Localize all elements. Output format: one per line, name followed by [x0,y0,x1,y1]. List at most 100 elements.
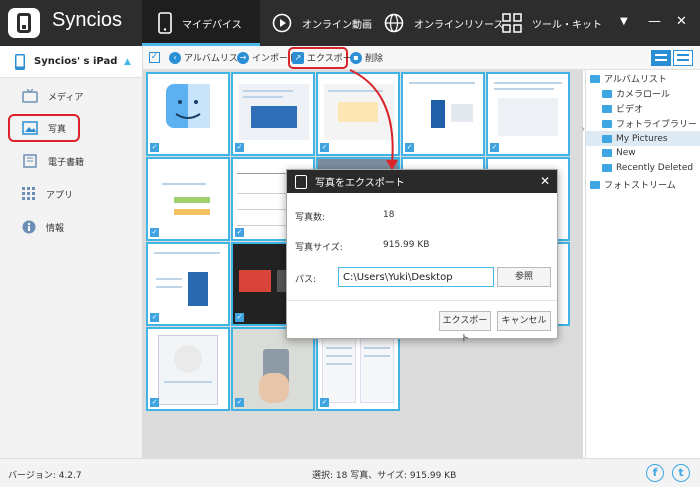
grid-view-button[interactable] [673,50,693,66]
tab-toolkit[interactable]: ツール・キット [502,0,602,46]
globe-icon [384,13,404,33]
delete-button[interactable]: ▪ 削除 [350,51,383,64]
album-label: Recently Deleted [616,163,694,173]
device-icon [295,174,307,189]
device-name: Syncios' s iPad [34,56,118,67]
finder-icon [166,84,210,128]
facebook-icon[interactable]: f [646,464,664,482]
album-list-header[interactable]: アルバムリスト [590,72,667,85]
checkbox-checked-icon[interactable]: ✓ [150,313,159,322]
photo-count-value: 18 [383,210,395,220]
back-arrow-icon: ‹ [169,51,181,64]
photo-thumbnail[interactable]: ✓ [146,157,230,241]
sidebar-item-ebooks[interactable]: 電子書籍 [0,146,142,176]
photo-thumbnail[interactable]: ✓ [316,72,400,156]
checkbox-checked-icon[interactable]: ✓ [235,143,244,152]
device-selector[interactable]: Syncios' s iPad ▲ [0,46,142,78]
select-all-checkbox[interactable]: ✓ [149,52,160,63]
info-icon [22,220,36,234]
delete-label: 削除 [365,54,384,64]
checkbox-checked-icon[interactable]: ✓ [490,143,499,152]
album-video[interactable]: ビデオ [602,102,643,115]
photo-thumbnail[interactable]: ✓ [231,72,315,156]
view-toggle [649,50,693,66]
photo-count-label: 写真数: [295,213,326,223]
browse-button[interactable]: 参照 [497,267,551,287]
checkbox-checked-icon[interactable]: ✓ [405,143,414,152]
album-photo-library[interactable]: フォトライブラリー [602,117,697,130]
grid-icon [502,13,522,33]
photo-thumbnail[interactable]: ✓ [146,327,230,411]
photo-thumbnail[interactable]: ✓ [316,327,400,411]
photo-thumbnail[interactable]: ✓ [146,242,230,326]
checkbox-checked-icon[interactable]: ✓ [150,398,159,407]
menu-dropdown-icon[interactable]: ▼ [620,16,628,27]
album-label: ビデオ [616,105,644,115]
dialog-close-icon[interactable]: ✕ [540,174,550,188]
export-confirm-button[interactable]: エクスポート [439,311,491,344]
checkbox-checked-icon[interactable]: ✓ [320,143,329,152]
album-icon [590,74,600,83]
book-icon [23,154,37,168]
album-panel: アルバムリスト カメラロール ビデオ フォトライブラリー My Pictures… [585,70,700,458]
photo-thumbnail[interactable]: ✓ [486,72,570,156]
album-photo-stream[interactable]: フォトストリーム [590,178,676,191]
checkbox-checked-icon[interactable]: ✓ [235,313,244,322]
eject-icon[interactable]: ▲ [124,57,131,67]
sidebar-item-photos[interactable]: 写真 [0,113,142,143]
album-new[interactable]: New [602,148,636,158]
path-input[interactable] [338,267,494,287]
checkbox-checked-icon[interactable]: ✓ [150,228,159,237]
photo-thumbnail[interactable]: ✓ [231,327,315,411]
phone-icon [158,12,172,34]
photo-size-value: 915.99 KB [383,240,430,250]
video-camera-icon [602,104,612,113]
export-icon: ↗ [292,51,304,64]
album-list-button[interactable]: ‹ アルバムリスト [169,51,247,64]
sidebar-item-info[interactable]: 情報 [0,212,142,242]
photo-library-icon [602,119,612,128]
minimize-icon[interactable]: — [648,14,661,29]
tab-label: オンラインリソース [414,19,504,31]
sidebar-item-media[interactable]: メディア [0,81,142,111]
version-text: バージョン: 4.2.7 [8,471,82,481]
checkbox-checked-icon[interactable]: ✓ [235,228,244,237]
sidebar-item-apps[interactable]: アプリ [0,179,142,209]
album-camera-roll[interactable]: カメラロール [602,87,670,100]
top-navigation-bar: Syncios マイデバイス オンライン動画 オンラインリソース ツール・キット… [0,0,700,46]
selection-summary: 選択: 18 写真、サイズ: 915.99 KB [312,471,457,481]
close-icon[interactable]: ✕ [676,14,687,29]
tab-online-resources[interactable]: オンラインリソース [384,0,504,46]
checkbox-checked-icon[interactable]: ✓ [150,143,159,152]
photo-thumbnail[interactable]: ✓ [146,72,230,156]
photo-stream-icon [590,180,600,189]
album-recently-deleted[interactable]: Recently Deleted [602,163,693,173]
import-icon: → [237,51,249,64]
photo-size-label: 写真サイズ: [295,243,343,253]
checkbox-checked-icon[interactable]: ✓ [320,398,329,407]
tab-my-devices[interactable]: マイデバイス [142,0,260,46]
path-label: パス: [295,275,317,285]
twitter-icon[interactable]: t [672,464,690,482]
checkbox-checked-icon: ✓ [149,52,160,63]
album-list-label: アルバムリスト [604,75,667,85]
syncios-logo-icon [8,8,40,38]
list-view-button[interactable] [651,50,671,66]
sidebar-item-label: アプリ [46,190,74,201]
dialog-title: 写真をエクスポート [315,178,405,189]
photos-highlight-frame [8,114,80,142]
photo-thumbnail[interactable]: ✓ [401,72,485,156]
sidebar-item-label: 情報 [46,223,65,234]
album-label: New [616,148,636,158]
apps-icon [22,187,35,200]
cancel-button[interactable]: キャンセル [497,311,551,331]
folder-icon [602,149,612,157]
sidebar-item-label: メディア [48,92,84,103]
tab-label: マイデバイス [182,19,242,31]
checkbox-checked-icon[interactable]: ✓ [235,398,244,407]
album-my-pictures[interactable]: My Pictures [586,131,700,146]
folder-icon [602,134,612,143]
tab-online-video[interactable]: オンライン動画 [268,0,372,46]
dialog-divider [287,300,557,301]
album-label: フォトストリーム [604,181,676,191]
